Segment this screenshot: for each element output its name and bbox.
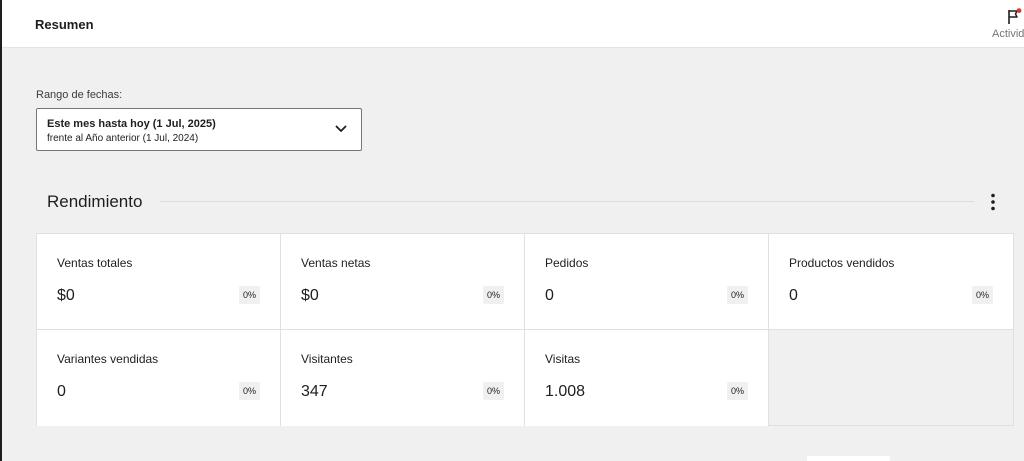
activity-label: Activid	[992, 28, 1024, 40]
card-delta-badge: 0%	[238, 382, 260, 400]
bottom-button-edge	[807, 456, 890, 461]
card-value: $0	[57, 287, 75, 304]
card-variantes-vendidas[interactable]: Variantes vendidas 0 0%	[37, 330, 281, 426]
performance-grid: Ventas totales $0 0% Ventas netas $0 0% …	[36, 233, 1014, 426]
flag-icon	[1008, 8, 1022, 24]
section-title: Rendimiento	[47, 192, 143, 211]
card-delta-badge: 0%	[726, 286, 748, 304]
card-label: Variantes vendidas	[57, 352, 159, 366]
card-label: Productos vendidos	[789, 256, 895, 270]
section-divider	[160, 201, 974, 202]
date-range-label: Rango de fechas:	[36, 89, 123, 101]
activity-badge	[1016, 8, 1022, 13]
card-visitas[interactable]: Visitas 1.008 0%	[525, 330, 769, 426]
date-range-picker[interactable]: Este mes hasta hoy (1 Jul, 2025) frente …	[36, 108, 362, 151]
chevron-down-icon	[335, 125, 347, 132]
card-label: Ventas totales	[57, 256, 133, 270]
card-delta-badge: 0%	[482, 382, 504, 400]
card-value: $0	[301, 287, 319, 304]
card-visitantes[interactable]: Visitantes 347 0%	[281, 330, 525, 426]
card-productos-vendidos[interactable]: Productos vendidos 0 0%	[769, 234, 1013, 330]
card-delta-badge: 0%	[482, 286, 504, 304]
card-label: Ventas netas	[301, 256, 371, 270]
card-value: 0	[545, 287, 554, 304]
card-label: Visitantes	[301, 352, 353, 366]
date-range-primary: Este mes hasta hoy (1 Jul, 2025)	[47, 118, 216, 130]
app-window: Resumen Activid Rango de fechas: Este me…	[0, 0, 1024, 461]
more-vertical-icon[interactable]	[984, 192, 1002, 212]
card-value: 0	[789, 287, 798, 304]
card-delta-badge: 0%	[238, 286, 260, 304]
date-range-comparison: frente al Año anterior (1 Jul, 2024)	[47, 133, 199, 144]
top-bar: Resumen Activid	[2, 0, 1024, 48]
card-ventas-totales[interactable]: Ventas totales $0 0%	[37, 234, 281, 330]
page-title: Resumen	[35, 17, 94, 32]
card-value: 0	[57, 383, 66, 400]
card-pedidos[interactable]: Pedidos 0 0%	[525, 234, 769, 330]
card-ventas-netas[interactable]: Ventas netas $0 0%	[281, 234, 525, 330]
card-value: 1.008	[545, 383, 586, 400]
card-delta-badge: 0%	[971, 286, 993, 304]
card-value: 347	[301, 383, 328, 400]
card-label: Visitas	[545, 352, 581, 366]
card-delta-badge: 0%	[726, 382, 748, 400]
card-label: Pedidos	[545, 256, 589, 270]
